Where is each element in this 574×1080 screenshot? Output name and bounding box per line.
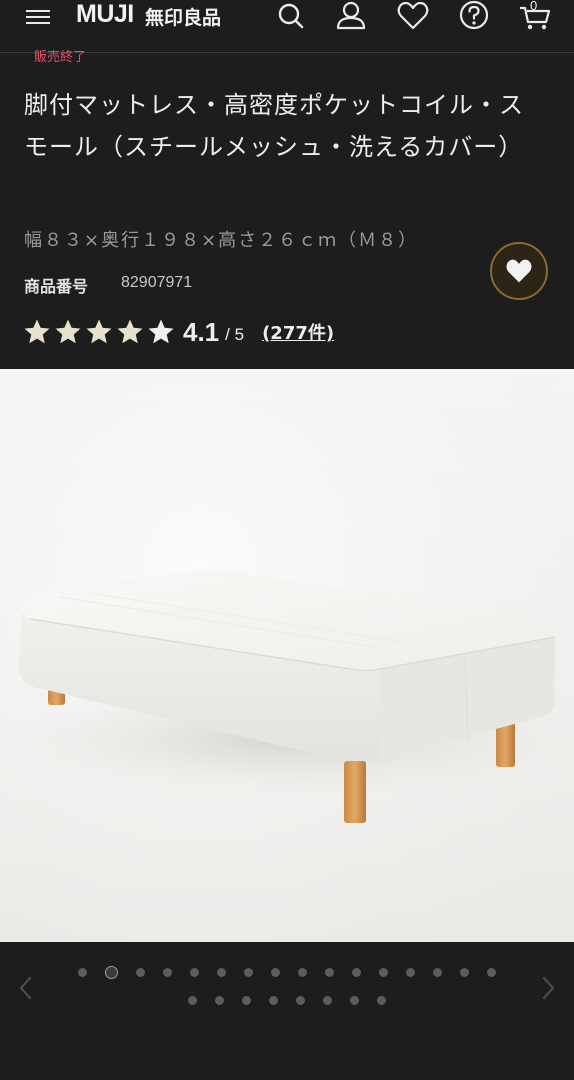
carousel-dot[interactable] bbox=[163, 968, 172, 977]
carousel-dot[interactable] bbox=[269, 996, 278, 1005]
brand-logo[interactable]: MUJI bbox=[76, 0, 134, 29]
star-icon bbox=[55, 319, 81, 344]
heart-icon[interactable] bbox=[396, 0, 430, 32]
site-header: MUJI 無印良品 0 bbox=[0, 0, 574, 53]
help-icon[interactable] bbox=[457, 0, 491, 32]
carousel-dot[interactable] bbox=[271, 968, 280, 977]
star-icon bbox=[117, 319, 143, 344]
carousel-dot[interactable] bbox=[487, 968, 496, 977]
carousel-dot[interactable] bbox=[323, 996, 332, 1005]
carousel-dot[interactable] bbox=[352, 968, 361, 977]
image-carousel bbox=[0, 942, 574, 1080]
product-number: 82907971 bbox=[121, 274, 193, 291]
carousel-dot[interactable] bbox=[377, 996, 386, 1005]
carousel-dots-row bbox=[0, 966, 574, 979]
product-image[interactable] bbox=[0, 369, 574, 942]
carousel-dot[interactable] bbox=[242, 996, 251, 1005]
carousel-dot[interactable] bbox=[296, 996, 305, 1005]
carousel-dot[interactable] bbox=[190, 968, 199, 977]
product-number-label: 商品番号 bbox=[24, 277, 89, 296]
soldout-label: 販売終了 bbox=[34, 50, 87, 65]
carousel-dot[interactable] bbox=[460, 968, 469, 977]
carousel-dot[interactable] bbox=[188, 996, 197, 1005]
carousel-dot[interactable] bbox=[78, 968, 87, 977]
rating-summary: 4.1 / 5 (277件) bbox=[22, 314, 334, 350]
carousel-dot[interactable] bbox=[433, 968, 442, 977]
star-icon bbox=[86, 319, 112, 344]
carousel-dot[interactable] bbox=[350, 996, 359, 1005]
carousel-dot[interactable] bbox=[406, 968, 415, 977]
carousel-dots-row bbox=[0, 996, 574, 1005]
favorite-heart-icon bbox=[506, 259, 532, 283]
brand-logo-kanji[interactable]: 無印良品 bbox=[145, 3, 221, 30]
product-size: 幅８３×奥行１９８×高さ２６ｃｍ（Ｍ８） bbox=[24, 230, 419, 251]
carousel-dot[interactable] bbox=[244, 968, 253, 977]
bed-mattress-photo bbox=[0, 369, 574, 942]
carousel-dot[interactable] bbox=[325, 968, 334, 977]
menu-icon[interactable] bbox=[26, 6, 50, 28]
rating-value: 4.1 bbox=[183, 316, 220, 347]
carousel-dot[interactable] bbox=[136, 968, 145, 977]
search-icon[interactable] bbox=[274, 0, 308, 32]
product-title: 脚付マットレス・高密度ポケットコイル・スモール（スチールメッシュ・洗えるカバー） bbox=[24, 91, 524, 161]
favorite-button[interactable] bbox=[490, 242, 548, 300]
carousel-dot[interactable] bbox=[105, 966, 118, 979]
account-icon[interactable] bbox=[334, 0, 368, 32]
review-count-link[interactable]: (277件) bbox=[262, 319, 334, 345]
carousel-dot[interactable] bbox=[379, 968, 388, 977]
carousel-dot[interactable] bbox=[215, 996, 224, 1005]
carousel-dot[interactable] bbox=[298, 968, 307, 977]
carousel-dot[interactable] bbox=[217, 968, 226, 977]
cart-count-badge: 0 bbox=[530, 0, 538, 13]
star-icon bbox=[148, 319, 174, 344]
rating-max: / 5 bbox=[225, 325, 245, 344]
star-icon bbox=[24, 319, 50, 344]
